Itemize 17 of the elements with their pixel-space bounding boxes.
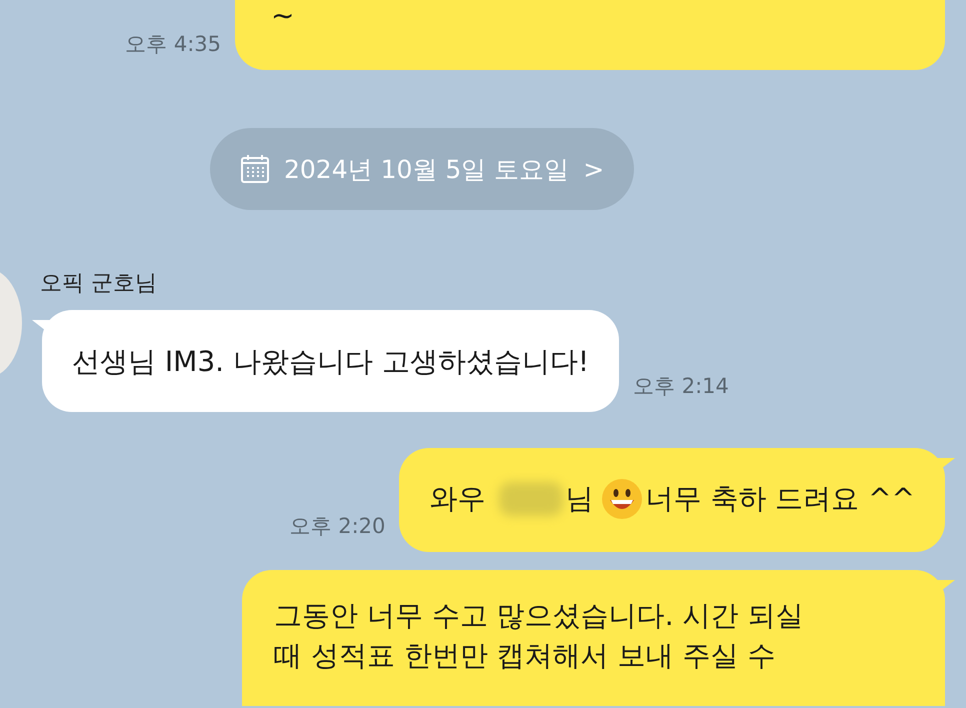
chevron-text: > (583, 154, 604, 184)
message-text: 선생님 IM3. 나왔습니다 고생하셨습니다! (72, 344, 590, 380)
sender-name: 오픽 군호님 (40, 270, 158, 298)
message-text: ~ (271, 2, 294, 30)
calendar-icon (240, 154, 270, 184)
message-text: 와우 (429, 481, 486, 517)
message-text: 그동안 너무 수고 많으셨습니다. 시간 되실 (274, 598, 804, 634)
message-text: 너무 축하 드려요 ^^ (645, 481, 915, 517)
message-text: 님 (565, 481, 594, 517)
blurred-text (499, 482, 564, 516)
message-time: 오후 4:35 (125, 31, 221, 58)
date-text: 2024년 10월 5일 토요일 (284, 154, 570, 186)
message-time: 오후 2:14 (633, 373, 729, 400)
message-text: 때 성적표 한번만 캡쳐해서 보내 주실 수 (274, 638, 776, 674)
message-time: 오후 2:20 (290, 513, 386, 540)
date-divider[interactable]: 2024년 10월 5일 토요일 > (210, 128, 634, 210)
smiley-emoji-icon (601, 478, 644, 520)
